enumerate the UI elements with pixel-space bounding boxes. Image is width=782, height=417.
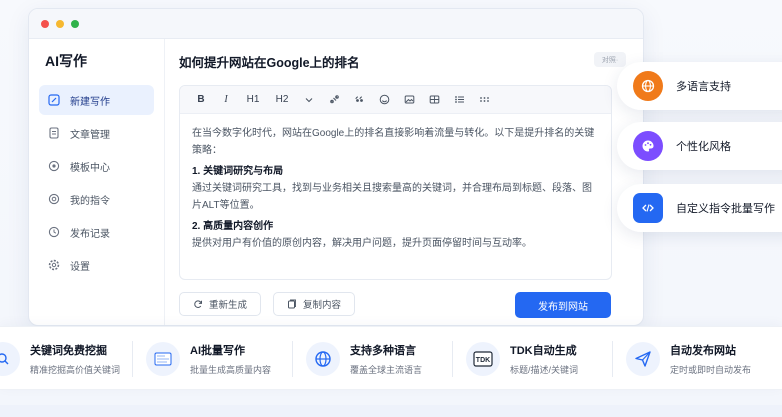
globe-icon xyxy=(633,71,663,101)
sidebar-item-commands[interactable]: 我的指令 xyxy=(39,184,154,214)
feature-card-label: 自定义指令批量写作 xyxy=(676,203,775,215)
template-icon xyxy=(48,160,60,172)
section-heading: 1. 关键词研究与布局 xyxy=(192,166,284,177)
divider xyxy=(452,341,453,377)
bottom-strip xyxy=(0,405,782,417)
heading2-button[interactable]: H2 xyxy=(269,90,295,110)
batch-write-icon xyxy=(146,342,180,376)
sidebar-item-settings[interactable]: 设置 xyxy=(39,250,154,280)
history-icon xyxy=(48,226,60,238)
feature-card-label: 个性化风格 xyxy=(676,141,731,153)
sidebar-item-label: 设置 xyxy=(70,261,90,273)
sidebar-item-label: 模板中心 xyxy=(70,162,110,174)
code-icon xyxy=(633,193,663,223)
feature-auto-publish: 自动发布网站 定时或即时自动发布 xyxy=(626,337,751,381)
refresh-icon xyxy=(194,300,202,308)
document-icon xyxy=(49,127,59,139)
quote-icon[interactable] xyxy=(348,90,370,110)
feature-keyword-mining: 关键词免费挖掘 精准挖掘高价值关键词 xyxy=(0,337,120,381)
feature-card-custom-commands: 自定义指令批量写作 xyxy=(617,184,782,232)
sidebar-item-new-writing[interactable]: 新建写作 xyxy=(39,85,154,115)
app-brand: AI写作 xyxy=(45,53,87,69)
tdk-icon: TDK xyxy=(466,342,500,376)
regenerate-button[interactable]: 重新生成 xyxy=(179,292,261,316)
close-window-dot[interactable] xyxy=(41,19,49,28)
bold-button[interactable]: B xyxy=(190,90,212,110)
features-bar: 关键词免费挖掘 精准挖掘高价值关键词 AI批量写作 批量生成高质量内容 支持多种… xyxy=(0,326,782,390)
feature-card-label: 多语言支持 xyxy=(676,81,731,93)
command-icon xyxy=(48,193,60,205)
image-icon[interactable] xyxy=(398,90,420,110)
list-icon[interactable] xyxy=(448,90,470,110)
globe-icon xyxy=(306,342,340,376)
document-title: 如何提升网站在Google上的排名 xyxy=(179,56,360,70)
sidebar-item-label: 新建写作 xyxy=(70,96,110,108)
app-window: AI写作 新建写作 文章管理 模板中心 我的指令 发布记录 设置 如何提升网站在… xyxy=(28,8,644,326)
main-panel: 如何提升网站在Google上的排名 对照· B I H1 H2 在当今数字化时代… xyxy=(165,39,643,325)
copy-button[interactable]: 复制内容 xyxy=(273,292,355,316)
svg-text:TDK: TDK xyxy=(476,357,490,364)
palette-icon xyxy=(633,131,663,161)
edit-icon xyxy=(48,94,60,106)
intro-paragraph: 在当今数字化时代，网站在Google上的排名直接影响着流量与转化。以下是提升排名… xyxy=(192,128,595,156)
editor-content[interactable]: 在当今数字化时代，网站在Google上的排名直接影响着流量与转化。以下是提升排名… xyxy=(180,114,611,267)
sidebar-item-templates[interactable]: 模板中心 xyxy=(39,151,154,181)
maximize-window-dot[interactable] xyxy=(71,19,79,28)
keyword-icon xyxy=(0,342,20,376)
editor-toolbar: B I H1 H2 xyxy=(180,86,611,114)
section-paragraph: 通过关键词研究工具，找到与业务相关且搜索量高的关键词，并合理布局到标题、段落、图… xyxy=(192,183,592,211)
title-bar xyxy=(29,9,643,39)
sidebar-item-label: 发布记录 xyxy=(70,228,110,240)
publish-button[interactable]: 发布到网站 xyxy=(515,292,611,318)
sidebar-item-articles[interactable]: 文章管理 xyxy=(39,118,154,148)
divider xyxy=(132,341,133,377)
minimize-window-dot[interactable] xyxy=(56,19,64,28)
section-heading: 2. 高质量内容创作 xyxy=(192,221,274,232)
section-paragraph: 提供对用户有价值的原创内容，解决用户问题，提升页面停留时间与互动率。 xyxy=(192,238,532,249)
table-icon[interactable] xyxy=(423,90,445,110)
mode-toggle[interactable]: 对照· xyxy=(594,52,626,67)
action-bar: 重新生成 复制内容 发布到网站 xyxy=(179,292,629,318)
editor: B I H1 H2 在当今数字化时代，网站在Google上的排名直接影响着流量与… xyxy=(179,85,612,280)
more-icon[interactable] xyxy=(473,90,495,110)
italic-button[interactable]: I xyxy=(215,90,237,110)
sidebar-item-label: 我的指令 xyxy=(70,195,110,207)
feature-card-multilingual: 多语言支持 xyxy=(617,62,782,110)
sidebar-item-history[interactable]: 发布记录 xyxy=(39,217,154,247)
feature-batch-writing: AI批量写作 批量生成高质量内容 xyxy=(146,337,271,381)
feature-card-style: 个性化风格 xyxy=(617,122,782,170)
gear-icon xyxy=(48,259,60,271)
divider xyxy=(292,341,293,377)
sidebar-item-label: 文章管理 xyxy=(70,129,110,141)
send-icon xyxy=(626,342,660,376)
sidebar: AI写作 新建写作 文章管理 模板中心 我的指令 发布记录 设置 xyxy=(29,39,165,325)
emoji-icon[interactable] xyxy=(373,90,395,110)
feature-tdk: TDK TDK自动生成 标题/描述/关键词 xyxy=(466,337,578,381)
copy-icon xyxy=(287,299,296,309)
chevron-down-icon[interactable] xyxy=(298,90,320,110)
link-icon[interactable] xyxy=(323,90,345,110)
feature-multi-language: 支持多种语言 覆盖全球主流语言 xyxy=(306,337,422,381)
divider xyxy=(612,341,613,377)
heading1-button[interactable]: H1 xyxy=(240,90,266,110)
